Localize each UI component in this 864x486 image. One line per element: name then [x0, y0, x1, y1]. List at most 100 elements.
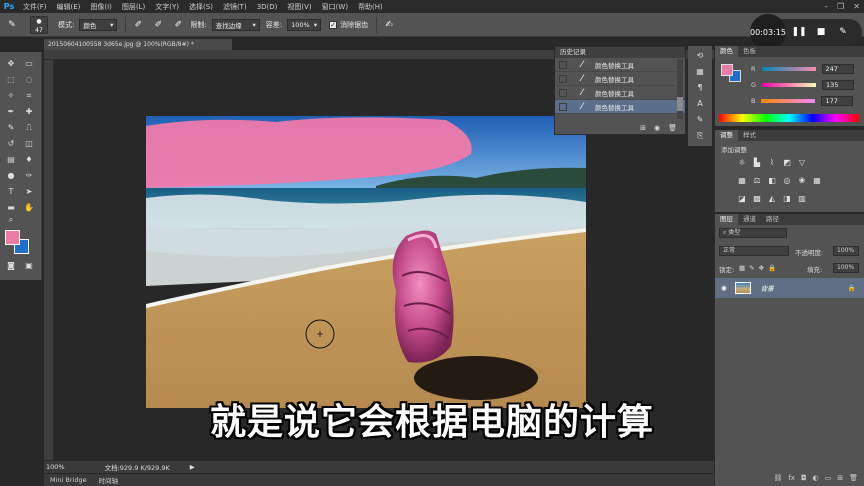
- history-item[interactable]: ⁄ 颜色替换工具: [555, 72, 685, 86]
- lasso-tool-icon[interactable]: ◌: [22, 74, 36, 86]
- layer-row-background[interactable]: ◉ 背景 🔒: [715, 278, 864, 298]
- menu-filter[interactable]: 滤镜(T): [218, 2, 252, 12]
- blend-mode-select[interactable]: 正常: [719, 246, 789, 256]
- blur-tool-icon[interactable]: ♦: [22, 154, 36, 166]
- menu-edit[interactable]: 编辑(E): [52, 2, 86, 12]
- shape-tool-icon[interactable]: ▬: [4, 202, 18, 214]
- curves-icon[interactable]: ⌇: [767, 158, 777, 168]
- lock-icons[interactable]: ▦✎✥🔒: [739, 264, 780, 272]
- adjustment-layer-icon[interactable]: ◐: [813, 474, 819, 486]
- tab-adjustments[interactable]: 调整: [715, 130, 738, 141]
- history-checkbox[interactable]: [559, 60, 567, 69]
- channel-mixer-icon[interactable]: ❀: [797, 176, 807, 186]
- menu-layer[interactable]: 图层(L): [117, 2, 150, 12]
- sampling-background-icon[interactable]: ✐: [170, 17, 186, 33]
- menu-window[interactable]: 窗口(W): [317, 2, 353, 12]
- eye-icon[interactable]: ◉: [721, 284, 727, 292]
- crop-tool-icon[interactable]: ⌗: [22, 90, 36, 102]
- folder-icon[interactable]: ▭: [825, 474, 832, 486]
- sampling-continuous-icon[interactable]: ✐: [130, 17, 146, 33]
- green-value-input[interactable]: 135: [822, 80, 855, 90]
- tab-color[interactable]: 颜色: [715, 46, 738, 57]
- history-scrollbar[interactable]: [677, 59, 683, 119]
- red-slider[interactable]: [761, 67, 816, 71]
- close-icon[interactable]: ✕: [853, 2, 860, 11]
- brush-preset-picker[interactable]: ● 47: [30, 15, 48, 34]
- marquee-tool-icon[interactable]: ⬚: [4, 74, 18, 86]
- menu-view[interactable]: 视图(V): [282, 2, 316, 12]
- menu-file[interactable]: 文件(F): [18, 2, 52, 12]
- eyedropper-tool-icon[interactable]: ✒: [4, 106, 18, 118]
- exposure-icon[interactable]: ◩: [782, 158, 792, 168]
- trash-icon[interactable]: 🗑: [849, 474, 858, 486]
- history-item-selected[interactable]: ⁄ 颜色替换工具: [555, 100, 685, 114]
- panel-fg-swatch[interactable]: [721, 64, 733, 76]
- tab-styles[interactable]: 样式: [738, 130, 761, 141]
- properties-panel-icon[interactable]: ▦: [693, 66, 707, 78]
- fill-input[interactable]: 100%: [833, 263, 859, 273]
- clone-stamp-tool-icon[interactable]: ⎍: [22, 122, 36, 134]
- snapshot-icon[interactable]: ◉: [654, 124, 660, 132]
- menu-select[interactable]: 选择(S): [184, 2, 218, 12]
- screen-mode-icon[interactable]: ▣: [22, 260, 36, 272]
- type-tool-icon[interactable]: T: [4, 186, 18, 198]
- menu-image[interactable]: 图像(I): [85, 2, 117, 12]
- gradient-map-icon[interactable]: ▥: [797, 194, 807, 204]
- artboard-tool-icon[interactable]: ▭: [22, 58, 36, 70]
- healing-tool-icon[interactable]: ✚: [22, 106, 36, 118]
- clone-source-icon[interactable]: ⎘: [693, 130, 707, 142]
- link-icon[interactable]: ⛓: [773, 474, 782, 486]
- new-layer-icon[interactable]: ⊞: [837, 474, 843, 486]
- tab-timeline[interactable]: 时间轴: [93, 475, 125, 485]
- history-item[interactable]: ⁄ 颜色替换工具: [555, 86, 685, 100]
- limits-select[interactable]: 查找边缘 ▾: [211, 18, 260, 31]
- brush-tool-icon[interactable]: ✎: [4, 122, 18, 134]
- black-white-icon[interactable]: ◧: [767, 176, 777, 186]
- blue-value-input[interactable]: 177: [821, 96, 854, 106]
- minimize-icon[interactable]: –: [824, 2, 828, 11]
- menu-type[interactable]: 文字(Y): [150, 2, 184, 12]
- sampling-once-icon[interactable]: ✐: [150, 17, 166, 33]
- restore-icon[interactable]: ❐: [837, 2, 844, 11]
- zoom-tool-icon[interactable]: ⌕: [4, 214, 18, 226]
- brightness-icon[interactable]: ☼: [737, 158, 747, 168]
- posterize-icon[interactable]: ▩: [752, 194, 762, 204]
- pause-icon[interactable]: ❚❚: [790, 23, 808, 41]
- menu-3d[interactable]: 3D(D): [252, 3, 283, 11]
- history-checkbox[interactable]: [559, 88, 567, 97]
- opacity-input[interactable]: 100%: [833, 246, 859, 256]
- layer-filter-select[interactable]: ⌕ 类型: [719, 228, 787, 238]
- invert-icon[interactable]: ◪: [737, 194, 747, 204]
- selective-color-icon[interactable]: ◨: [782, 194, 792, 204]
- history-panel-icon[interactable]: ⟲: [693, 50, 707, 62]
- new-document-icon[interactable]: ⊞: [640, 124, 646, 132]
- pressure-size-icon[interactable]: ✍: [381, 17, 397, 33]
- history-checkbox[interactable]: [559, 102, 567, 111]
- tab-mini-bridge[interactable]: Mini Bridge: [44, 476, 93, 484]
- move-tool-icon[interactable]: ✥: [4, 58, 18, 70]
- antialias-checkbox[interactable]: ✓: [329, 20, 338, 29]
- history-brush-tool-icon[interactable]: ↺: [4, 138, 18, 150]
- blue-slider[interactable]: [761, 99, 816, 103]
- character-panel-icon[interactable]: A: [693, 98, 707, 110]
- tab-swatches[interactable]: 色板: [738, 46, 761, 57]
- eraser-tool-icon[interactable]: ◫: [22, 138, 36, 150]
- stop-icon[interactable]: ■: [812, 23, 830, 41]
- foreground-color-swatch[interactable]: [5, 230, 20, 245]
- dodge-tool-icon[interactable]: ●: [4, 170, 18, 182]
- tab-layers[interactable]: 图层: [715, 214, 738, 225]
- path-select-tool-icon[interactable]: ➤: [22, 186, 36, 198]
- mode-select[interactable]: 颜色 ▾: [79, 18, 118, 31]
- color-balance-icon[interactable]: ⚖: [752, 176, 762, 186]
- scroll-thumb[interactable]: [677, 97, 683, 111]
- tab-channels[interactable]: 通道: [738, 214, 761, 225]
- history-checkbox[interactable]: [559, 74, 567, 83]
- photo-filter-icon[interactable]: ◎: [782, 176, 792, 186]
- pen-tool-icon[interactable]: ✑: [22, 170, 36, 182]
- mask-icon[interactable]: ◘: [801, 474, 807, 486]
- tab-paths[interactable]: 路径: [761, 214, 784, 225]
- red-value-input[interactable]: 247: [821, 64, 854, 74]
- fx-icon[interactable]: fx: [788, 474, 795, 486]
- status-menu-arrow-icon[interactable]: ▶: [190, 463, 195, 471]
- color-lookup-icon[interactable]: ▦: [812, 176, 822, 186]
